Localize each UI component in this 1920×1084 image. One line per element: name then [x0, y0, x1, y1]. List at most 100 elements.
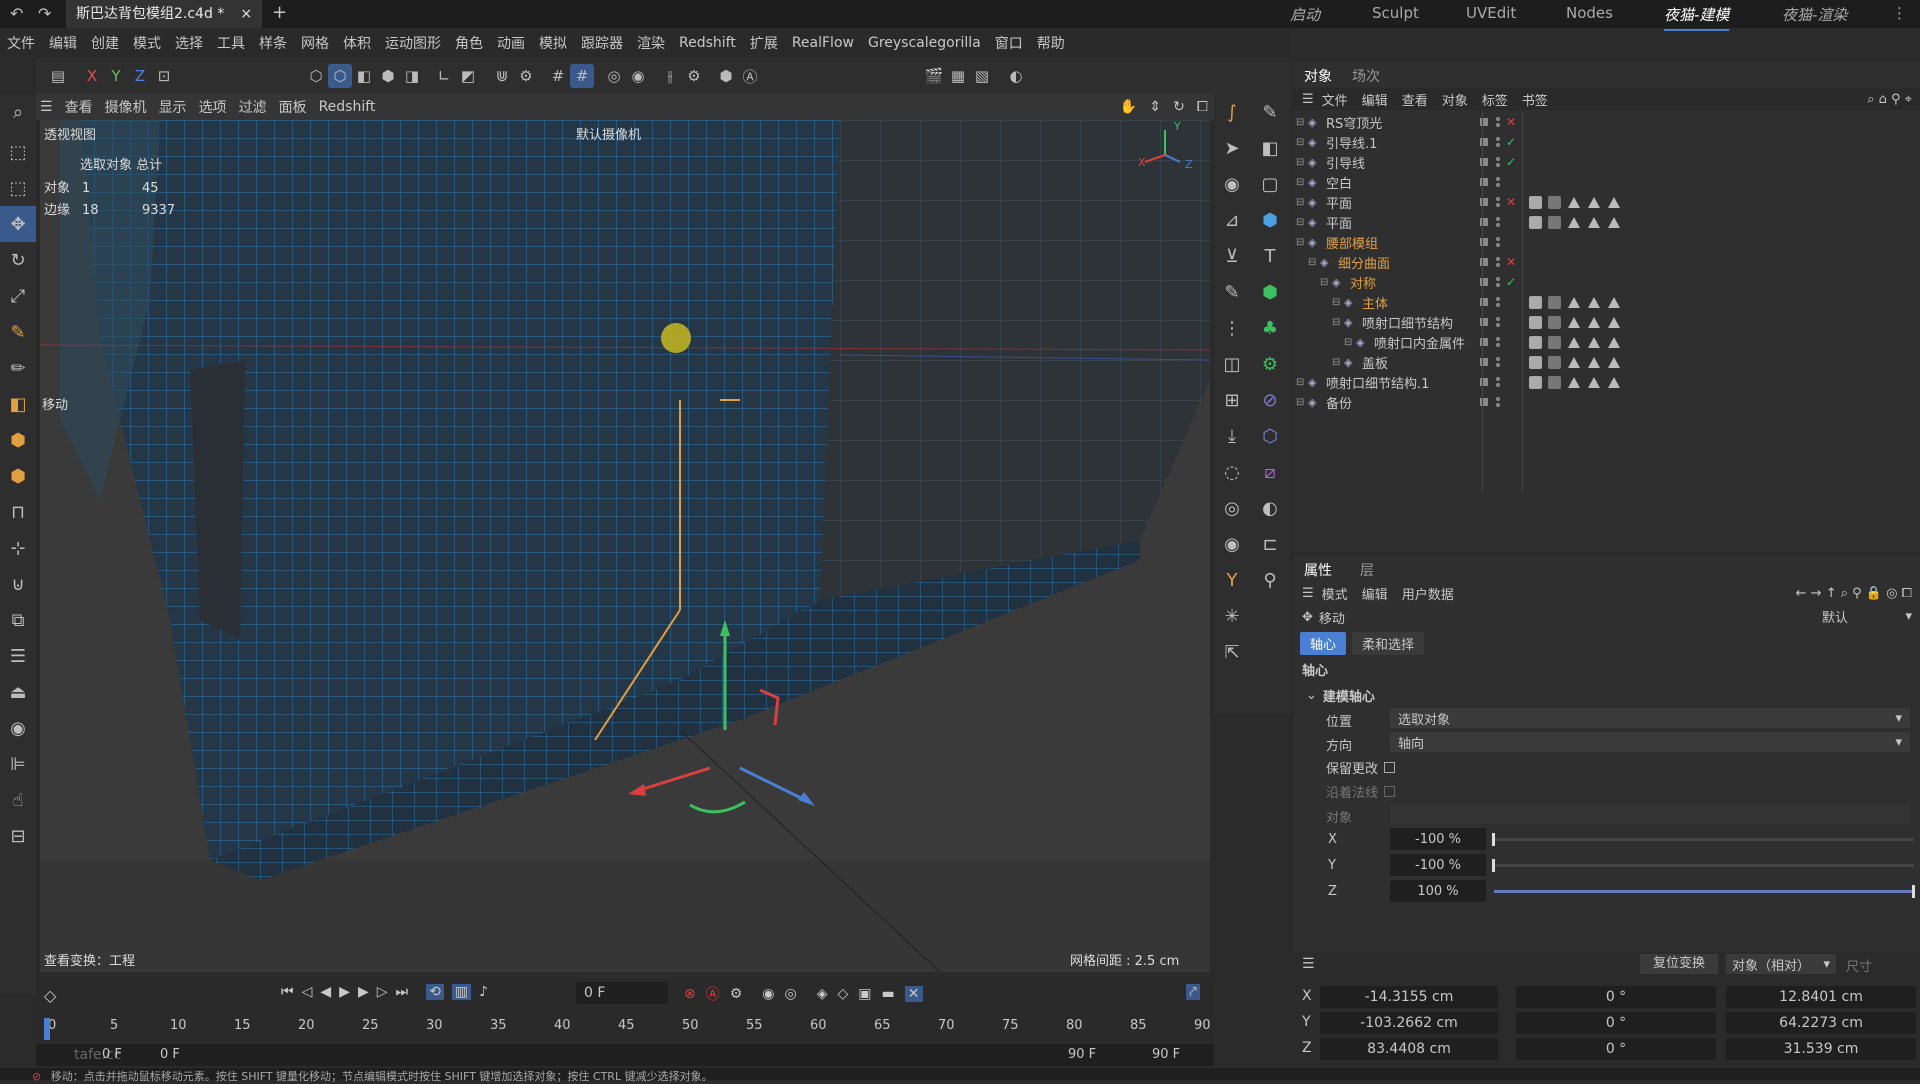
visibility-dots[interactable] — [1496, 357, 1500, 367]
camera-object-icon[interactable]: ◉ — [1214, 166, 1250, 202]
cloner-icon[interactable]: ♣ — [1252, 310, 1288, 346]
text-object-icon[interactable]: T — [1252, 238, 1288, 274]
scheme-icon[interactable]: ✕ — [904, 986, 923, 1002]
tab-attributes[interactable]: 属性 — [1304, 560, 1332, 580]
visibility-dots[interactable] — [1496, 277, 1500, 287]
x-axis-toggle[interactable]: X — [80, 64, 104, 88]
branch-icon[interactable]: Y — [1214, 562, 1250, 598]
lock-axis-icon[interactable]: Ⓐ — [738, 64, 762, 88]
scale-value-field[interactable]: 100 % — [1390, 880, 1486, 902]
coordinate-system-icon[interactable]: ⊡ — [152, 64, 176, 88]
export-icon[interactable]: ⇱ — [1214, 634, 1250, 670]
vp-menu-view[interactable]: 查看 — [65, 97, 93, 117]
object-row[interactable]: ⊟ ◈ 腰部模组 — [1294, 232, 1920, 252]
menu-window[interactable]: 窗口 — [995, 33, 1023, 53]
object-row[interactable]: ⊟ ◈ 细分曲面 ✕ — [1294, 252, 1920, 272]
layout-nodes[interactable]: Nodes — [1566, 4, 1613, 22]
menu-select[interactable]: 选择 — [175, 33, 203, 53]
range-start-preview[interactable]: 0 F — [160, 1047, 180, 1062]
disabled-icon[interactable]: ✕ — [1506, 195, 1516, 209]
hamburger-icon[interactable]: ☰ — [1302, 92, 1314, 107]
snap-icon[interactable]: ⋓ — [490, 64, 514, 88]
object-row[interactable]: ⊟ ◈ 引导线.1 ✓ — [1294, 132, 1920, 152]
undo-icon[interactable]: ↶ — [10, 4, 23, 23]
object-row[interactable]: ⊟ ◈ 喷射口内金属件 — [1294, 332, 1920, 352]
next-key-icon[interactable]: ▷ — [377, 984, 388, 1000]
hide-icon[interactable]: ◎ — [1214, 490, 1250, 526]
sound-icon[interactable]: ♪ — [479, 984, 488, 1000]
range-end-preview[interactable]: 90 F — [1068, 1047, 1096, 1062]
reset-transform-button[interactable]: 复位变换 — [1640, 954, 1718, 974]
points-mode-icon[interactable]: ⬡ — [328, 64, 352, 88]
preview-range-icon[interactable]: ▥ — [451, 984, 472, 1000]
visibility-dots[interactable] — [1496, 297, 1500, 307]
list-tool-icon[interactable]: ☰ — [0, 638, 36, 674]
edges-mode-icon[interactable]: ◧ — [352, 64, 376, 88]
soft-select-icon[interactable]: ◎ — [602, 64, 626, 88]
menu-character[interactable]: 角色 — [455, 33, 483, 53]
magnet-tool-icon[interactable]: ⊍ — [0, 566, 36, 602]
scale-points-icon[interactable]: ⋮ — [1214, 310, 1250, 346]
object-row[interactable]: ⊟ ◈ 平面 ✕ — [1294, 192, 1920, 212]
key-pla-icon[interactable]: ▣ — [858, 986, 871, 1002]
position-dropdown[interactable]: 选取对象 ▾ — [1390, 708, 1910, 728]
expand-icon[interactable]: ⊟ — [1296, 377, 1308, 388]
add-tab-button[interactable]: + — [272, 2, 287, 23]
object-row[interactable]: ⊟ ◈ 主体 — [1294, 292, 1920, 312]
scatter-icon[interactable]: ✳ — [1214, 598, 1250, 634]
z-axis-toggle[interactable]: Z — [128, 64, 152, 88]
move-tool-icon[interactable]: ✥ — [0, 206, 36, 242]
obj-menu-file[interactable]: 文件 — [1322, 90, 1348, 109]
brush-tool-icon[interactable]: ✏ — [0, 350, 36, 386]
visibility-dots[interactable] — [1496, 157, 1500, 167]
extrude-tool-icon[interactable]: ◧ — [0, 386, 36, 422]
maximize-icon[interactable]: ⧠ — [1197, 99, 1208, 115]
menu-volume[interactable]: 体积 — [343, 33, 371, 53]
visibility-icon[interactable]: ◌ — [1214, 454, 1250, 490]
visibility-dots[interactable] — [1496, 397, 1500, 407]
subdivision-icon[interactable]: ⬢ — [1252, 274, 1288, 310]
cube-tool-icon[interactable]: ⬢ — [0, 422, 36, 458]
expand-icon[interactable]: ⊟ — [1332, 357, 1344, 368]
visibility-dots[interactable] — [1496, 257, 1500, 267]
mirror-settings-icon[interactable]: ⚙ — [682, 64, 706, 88]
null-object-icon[interactable]: ◧ — [1252, 130, 1288, 166]
menu-greyscalegorilla[interactable]: Greyscalegorilla — [868, 35, 981, 51]
subtab-axis[interactable]: 轴心 — [1300, 632, 1347, 655]
vp-menu-options[interactable]: 选项 — [199, 97, 227, 117]
expand-icon[interactable]: ⊟ — [1296, 137, 1308, 148]
perspective-viewport[interactable]: 透视视图 默认摄像机 选取对象 总计 对象 1 45 边缘 18 9337 移动 Y X… — [40, 120, 1210, 972]
redo-icon[interactable]: ↷ — [38, 4, 51, 23]
keep-changes-checkbox[interactable] — [1384, 762, 1396, 773]
key-pos-icon[interactable]: ◉ — [762, 986, 774, 1002]
rectangle-icon[interactable]: ▢ — [1252, 166, 1288, 202]
select-live-icon[interactable]: ⬚ — [0, 170, 36, 206]
enabled-check-icon[interactable]: ✓ — [1506, 275, 1516, 289]
key-rot-icon[interactable]: ◎ — [785, 986, 797, 1002]
next-frame-icon[interactable]: ▶ — [358, 984, 369, 1000]
expand-icon[interactable]: ⊟ — [1296, 217, 1308, 228]
object-tags[interactable] — [1526, 315, 1624, 329]
workplane-icon[interactable]: # — [570, 64, 594, 88]
snap-settings-icon[interactable]: ⚙ — [514, 64, 538, 88]
prev-key-icon[interactable]: ◁ — [302, 984, 313, 1000]
deformer-icon[interactable]: ⊻ — [1214, 238, 1250, 274]
autokey-icon[interactable]: Ⓐ — [706, 984, 720, 1004]
coord-pos-field[interactable]: 83.4408 cm — [1320, 1038, 1498, 1060]
preview-range-bar[interactable]: tafe.cc 0 F 0 F 90 F 90 F — [36, 1044, 1214, 1066]
visibility-dots[interactable] — [1496, 177, 1500, 187]
coord-size-field[interactable]: 64.2273 cm — [1726, 1012, 1916, 1034]
attr-menu-edit[interactable]: 编辑 — [1362, 584, 1388, 603]
object-row[interactable]: ⊟ ◈ 备份 — [1294, 392, 1920, 412]
floor-icon[interactable]: ⊏ — [1252, 526, 1288, 562]
camera-name[interactable]: 默认摄像机 — [576, 124, 641, 143]
scale-tool-icon[interactable]: ⤢ — [0, 278, 36, 314]
close-icon[interactable]: × — [240, 6, 252, 22]
redshift-icon[interactable]: ◐ — [1004, 64, 1028, 88]
frame-ruler[interactable]: 0 5 10 15 20 25 30 35 40 45 50 55 60 65 … — [48, 1018, 1211, 1038]
tab-takes[interactable]: 场次 — [1352, 66, 1380, 86]
light-icon[interactable]: ◐ — [1252, 490, 1288, 526]
solo-icon[interactable]: ⬢ — [714, 64, 738, 88]
object-row[interactable]: ⊟ ◈ 盖板 — [1294, 352, 1920, 372]
object-tags[interactable] — [1526, 195, 1624, 209]
